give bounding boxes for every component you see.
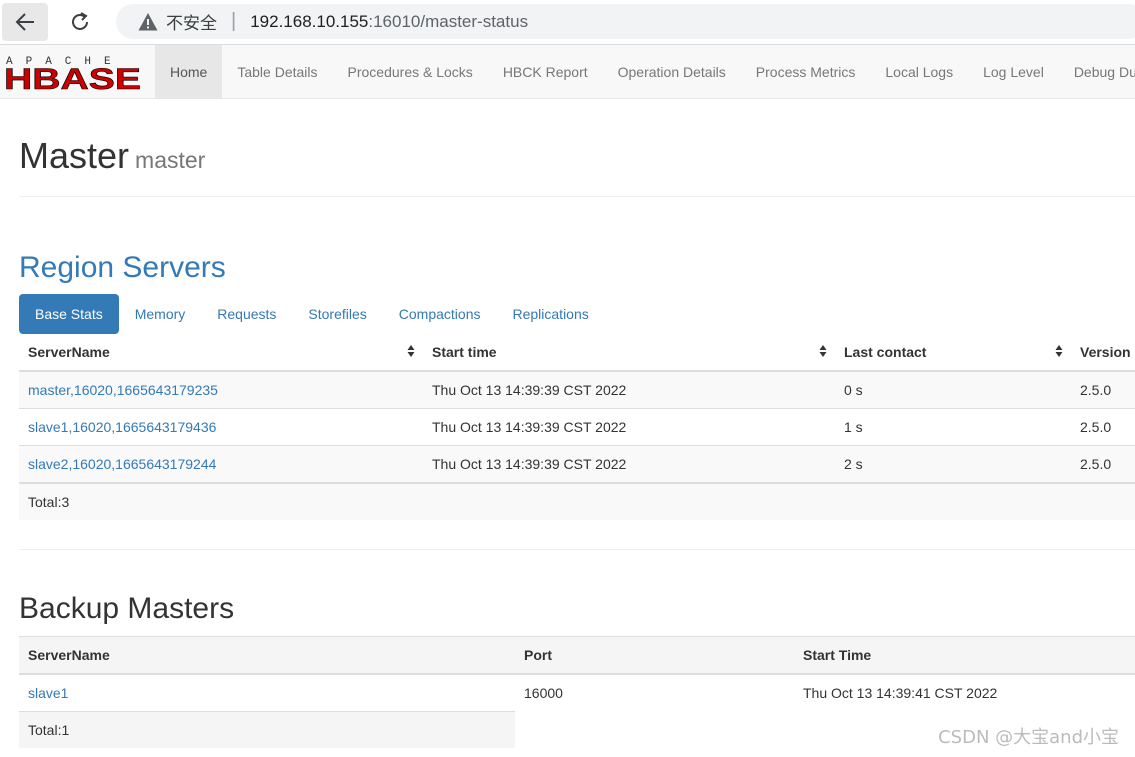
region-servers-table: ServerName Start time Last contact Versi… <box>19 334 1135 520</box>
col-version[interactable]: Version <box>1071 334 1135 372</box>
table-row: slave2,16020,1665643179244 Thu Oct 13 14… <box>19 445 1135 483</box>
server-cell: master,16020,1665643179235 <box>19 370 423 409</box>
version-cell: 2.5.0 <box>1071 445 1135 483</box>
page-title: Master master <box>19 132 1135 184</box>
address-bar[interactable]: 不安全 | 192.168.10.155:16010/master-status <box>116 4 1135 39</box>
hbase-logo[interactable]: APACHE HBASE <box>4 53 144 96</box>
start-time-cell: Thu Oct 13 14:39:41 CST 2022 <box>794 673 1135 712</box>
col-start-time: Start Time <box>794 636 1135 675</box>
table-row: slave1 16000 Thu Oct 13 14:39:41 CST 202… <box>19 673 1135 712</box>
browser-toolbar: 不安全 | 192.168.10.155:16010/master-status <box>0 0 1135 45</box>
nav-operation-details[interactable]: Operation Details <box>603 45 741 98</box>
col-start-time[interactable]: Start time <box>423 334 835 372</box>
tab-replications[interactable]: Replications <box>496 294 604 334</box>
nav-debug-dump[interactable]: Debug Du <box>1059 45 1135 98</box>
url-host[interactable]: 192.168.10.155 <box>250 12 368 32</box>
col-last-contact[interactable]: Last contact <box>835 334 1071 372</box>
col-last-contact-label: Last contact <box>844 344 927 360</box>
nav-menu: Home Table Details Procedures & Locks HB… <box>155 45 1135 98</box>
start-time-cell: Thu Oct 13 14:39:39 CST 2022 <box>423 408 835 446</box>
table-row: slave1,16020,1665643179436 Thu Oct 13 14… <box>19 408 1135 446</box>
col-port: Port <box>515 636 794 675</box>
col-start-time-label: Start time <box>432 344 497 360</box>
table-total-row: Total:3 <box>19 482 1135 520</box>
nav-procedures-locks[interactable]: Procedures & Locks <box>333 45 488 98</box>
nav-process-metrics[interactable]: Process Metrics <box>741 45 871 98</box>
back-button[interactable] <box>2 3 48 41</box>
nav-table-details[interactable]: Table Details <box>222 45 332 98</box>
sort-icon[interactable] <box>407 344 415 358</box>
page-title-text: Master <box>19 135 130 176</box>
page-subtitle: master <box>135 147 206 173</box>
server-cell: slave2,16020,1665643179244 <box>19 445 423 483</box>
table-header-row: ServerName Port Start Time <box>19 636 1135 675</box>
security-label[interactable]: 不安全 <box>166 9 217 34</box>
table-header-row: ServerName Start time Last contact Versi… <box>19 334 1135 372</box>
server-link[interactable]: slave1,16020,1665643179436 <box>28 419 216 435</box>
table-row: master,16020,1665643179235 Thu Oct 13 14… <box>19 370 1135 409</box>
last-contact-cell: 2 s <box>835 445 1071 483</box>
watermark: CSDN @大宝and小宝 <box>938 727 1119 748</box>
url-path[interactable]: :16010/master-status <box>368 12 528 32</box>
port-cell: 16000 <box>515 673 794 712</box>
server-link[interactable]: master,16020,1665643179235 <box>28 382 218 398</box>
tab-requests[interactable]: Requests <box>201 294 292 334</box>
nav-log-level[interactable]: Log Level <box>968 45 1059 98</box>
nav-hbck-report[interactable]: HBCK Report <box>488 45 603 98</box>
col-servername-label: ServerName <box>28 344 110 360</box>
tab-memory[interactable]: Memory <box>119 294 202 334</box>
col-servername[interactable]: ServerName <box>19 334 423 372</box>
start-time-cell: Thu Oct 13 14:39:39 CST 2022 <box>423 445 835 483</box>
version-cell: 2.5.0 <box>1071 408 1135 446</box>
nav-local-logs[interactable]: Local Logs <box>870 45 968 98</box>
version-cell: 2.5.0 <box>1071 370 1135 409</box>
arrow-left-icon <box>15 13 34 31</box>
address-separator: | <box>231 10 237 32</box>
region-servers-title[interactable]: Region Servers <box>19 250 226 286</box>
backup-masters-title: Backup Masters <box>19 592 235 625</box>
warning-icon[interactable] <box>138 12 158 32</box>
col-version-label: Version <box>1080 344 1131 360</box>
hbase-navbar: APACHE HBASE Home Table Details Procedur… <box>0 45 1135 99</box>
server-cell: slave1 <box>19 673 515 712</box>
svg-text:HBASE: HBASE <box>4 63 141 91</box>
reload-icon <box>72 12 88 30</box>
sort-icon[interactable] <box>819 344 827 358</box>
sort-icon[interactable] <box>1055 344 1063 358</box>
reload-button[interactable] <box>57 3 103 41</box>
server-link[interactable]: slave1 <box>28 685 68 701</box>
server-cell: slave1,16020,1665643179436 <box>19 408 423 446</box>
nav-home[interactable]: Home <box>155 45 223 98</box>
start-time-cell: Thu Oct 13 14:39:39 CST 2022 <box>423 370 835 409</box>
server-link[interactable]: slave2,16020,1665643179244 <box>28 456 216 472</box>
section-divider <box>19 549 1135 550</box>
total-cell: Total:3 <box>19 482 1135 520</box>
last-contact-cell: 1 s <box>835 408 1071 446</box>
tab-storefiles[interactable]: Storefiles <box>292 294 382 334</box>
total-cell: Total:1 <box>19 711 515 748</box>
last-contact-cell: 0 s <box>835 370 1071 409</box>
tab-compactions[interactable]: Compactions <box>383 294 497 334</box>
empty-cell <box>515 712 794 749</box>
page-header: Master master <box>19 132 1135 197</box>
col-servername: ServerName <box>19 636 515 675</box>
region-servers-tabs: Base Stats Memory Requests Storefiles Co… <box>19 294 605 334</box>
tab-base-stats[interactable]: Base Stats <box>19 294 119 334</box>
